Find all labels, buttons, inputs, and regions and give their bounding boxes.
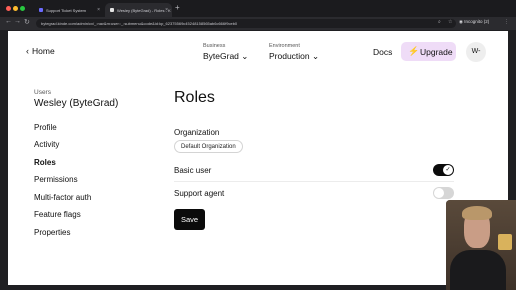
tab-title: Support Ticket System [46,8,87,13]
back-arrow-icon[interactable]: ← [5,18,12,25]
more-menu-icon[interactable]: ⋮ [504,19,509,25]
role-label: Support agent [174,189,225,198]
sidebar-section-label: Users [34,89,51,96]
upgrade-label: Upgrade [420,47,453,57]
business-switcher[interactable]: Business ByteGrad ⌄ [203,43,248,62]
sidebar-item-mfa[interactable]: Multi-factor auth [34,193,91,202]
browser-tab-support[interactable]: Support Ticket System × [34,3,104,17]
lightning-icon: ⚡ [408,46,420,56]
check-icon: ✓ [443,165,453,175]
role-row-basic-user: Basic user ✓ [174,162,454,182]
tab-favicon-icon [110,8,114,12]
incognito-label: Incognito (2) [464,19,490,24]
sidebar-item-roles[interactable]: Roles [34,158,56,167]
organization-chip[interactable]: Default Organization [174,140,243,153]
minimize-window-icon[interactable] [13,6,18,11]
browser-tab-roles[interactable]: Wesley (ByteGrad) - Roles - K × [105,3,172,17]
kinde-page: ‹ Home Business ByteGrad ⌄ Environment Pr… [8,31,508,285]
browser-window: Support Ticket System × Wesley (ByteGrad… [0,0,516,290]
forward-arrow-icon[interactable]: → [14,18,21,25]
close-tab-icon[interactable]: × [165,7,168,13]
page-title: Roles [174,89,215,106]
avatar[interactable]: W- [466,42,486,62]
close-window-icon[interactable] [6,6,11,11]
chevron-down-icon: ⌄ [241,51,249,61]
basic-user-toggle[interactable]: ✓ [433,164,454,176]
docs-link[interactable]: Docs [373,47,392,57]
environment-value: Production ⌄ [269,51,320,61]
save-button[interactable]: Save [174,209,205,230]
sidebar-item-properties[interactable]: Properties [34,228,70,237]
webcam-person-hair [462,206,492,220]
webcam-person-body [450,250,506,290]
home-link[interactable]: ‹ Home [26,46,55,56]
sidebar-user-name: Wesley (ByteGrad) [34,98,119,109]
incognito-indicator[interactable]: ◉ Incognito (2) [459,19,489,25]
role-label: Basic user [174,166,212,175]
sidebar-item-feature-flags[interactable]: Feature flags [34,210,81,219]
business-value: ByteGrad ⌄ [203,51,249,61]
webcam-overlay [446,200,516,290]
role-row-support-agent: Support agent [174,185,454,205]
organization-label: Organization [174,128,220,137]
business-label: Business [203,43,226,49]
sidebar-item-activity[interactable]: Activity [34,140,59,149]
maximize-window-icon[interactable] [20,6,25,11]
environment-switcher[interactable]: Environment Production ⌄ [269,43,319,62]
chevron-left-icon: ‹ [26,46,29,56]
chevron-down-icon: ⌄ [312,51,320,61]
divider [174,181,454,182]
url-text: bytegrad.kinde.com/admin/cx/_:nav&m:user… [41,21,238,26]
search-icon[interactable]: ⌕ [438,19,441,25]
browser-toolbar: ← → ↻ bytegrad.kinde.com/admin/cx/_:nav&… [0,17,516,30]
home-label: Home [32,46,55,56]
address-bar[interactable]: bytegrad.kinde.com/admin/cx/_:nav&m:user… [36,19,456,28]
support-agent-toggle[interactable] [433,187,454,199]
star-icon[interactable]: ☆ [448,19,452,25]
sidebar-item-profile[interactable]: Profile [34,123,57,132]
close-tab-icon[interactable]: × [97,7,100,13]
toggle-knob [434,188,444,198]
upgrade-button[interactable]: ⚡ Upgrade [401,42,456,61]
webcam-lamp [498,234,512,250]
sidebar-item-permissions[interactable]: Permissions [34,175,78,184]
new-tab-icon[interactable]: + [175,3,180,12]
environment-label: Environment [269,43,300,49]
tab-bar: Support Ticket System × Wesley (ByteGrad… [0,0,516,17]
tab-title: Wesley (ByteGrad) - Roles - K [117,8,171,13]
tab-favicon-icon [39,8,43,12]
reload-icon[interactable]: ↻ [24,18,30,26]
